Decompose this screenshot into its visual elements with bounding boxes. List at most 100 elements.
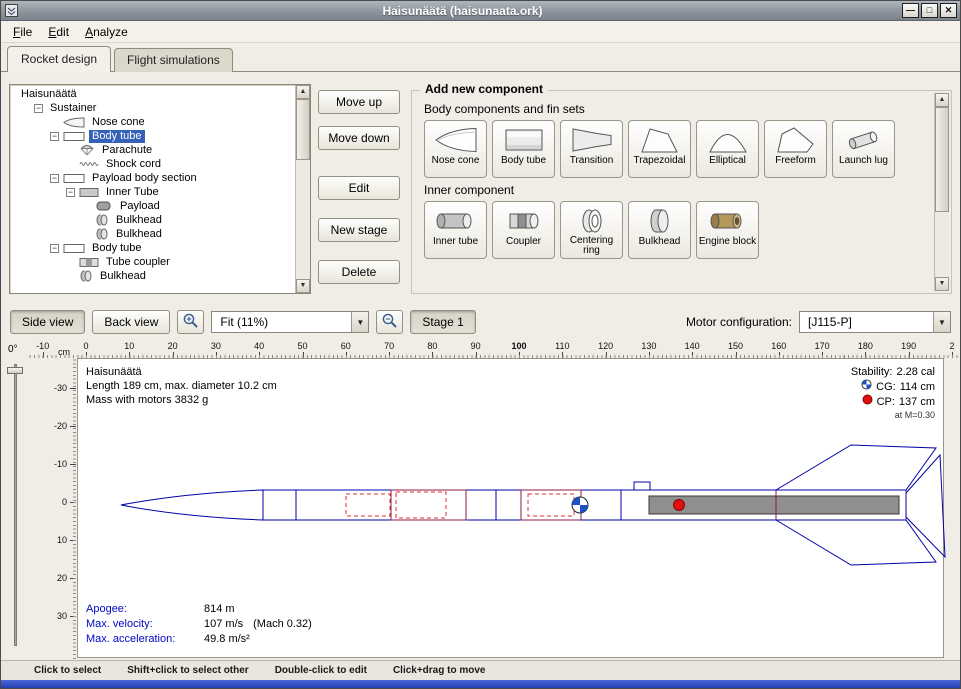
palette-inner-tube[interactable]: Inner tube (424, 201, 487, 259)
tabs-row: Rocket designFlight simulations (1, 43, 960, 72)
freeform-icon (773, 124, 819, 156)
close-button[interactable]: ✕ (940, 3, 957, 18)
result-max-velocity: Max. velocity:107 m/s(Mach 0.32) (86, 617, 312, 632)
scroll-down-icon[interactable]: ▼ (935, 277, 949, 291)
tree-item-nose-cone[interactable]: Nose cone (14, 115, 295, 129)
nose-cone-icon (63, 117, 85, 128)
palette-launch-lug[interactable]: Launch lug (832, 120, 895, 178)
rocket-mass: Mass with motors 3832 g (86, 393, 277, 407)
collapse-icon[interactable]: − (66, 188, 75, 197)
cg-value: 114 cm (900, 380, 935, 394)
menu-edit[interactable]: Edit (40, 22, 77, 42)
move-up-button[interactable]: Move up (318, 90, 400, 114)
zoom-out-button[interactable] (376, 310, 403, 334)
collapse-icon[interactable]: − (50, 132, 59, 141)
tree-item-shock-cord[interactable]: Shock cord (14, 157, 295, 171)
cp-value: 137 cm (899, 395, 935, 409)
payload-icon (95, 201, 113, 211)
collapse-icon[interactable]: − (50, 244, 59, 253)
bulkhead-icon (79, 270, 93, 282)
stability-label: Stability: (851, 365, 893, 379)
h-ruler: -100102030405060708090100110120130140150… (29, 340, 960, 358)
palette-trapezoidal[interactable]: Trapezoidal (628, 120, 691, 178)
scrollbar-thumb[interactable] (935, 107, 949, 212)
new-stage-button[interactable]: New stage (318, 218, 400, 242)
slider-handle[interactable] (7, 367, 23, 374)
tree-item-inner-tube[interactable]: − Inner Tube (14, 185, 295, 199)
collapse-icon[interactable]: − (50, 174, 59, 183)
maximize-button[interactable]: □ (921, 3, 938, 18)
stage-1-toggle[interactable]: Stage 1 (410, 310, 475, 334)
zoom-value: Fit (11%) (212, 315, 351, 329)
palette-freeform[interactable]: Freeform (764, 120, 827, 178)
side-view-button[interactable]: Side view (10, 310, 85, 334)
window-title: Haisunäätä (haisunaata.ork) (23, 4, 902, 18)
palette-transition[interactable]: Transition (560, 120, 623, 178)
tree-item-body-tube[interactable]: − Body tube (14, 241, 295, 255)
palette-elliptical[interactable]: Elliptical (696, 120, 759, 178)
scrollbar-thumb[interactable] (296, 99, 310, 160)
palette-coupler[interactable]: Coupler (492, 201, 555, 259)
rocket-name: Haisunäätä (86, 365, 277, 379)
tree-item-bulkhead[interactable]: Bulkhead (14, 213, 295, 227)
zoom-in-button[interactable] (177, 310, 204, 334)
tree-item-tube-coupler[interactable]: Tube coupler (14, 255, 295, 269)
result-apogee: Apogee:814 m (86, 602, 312, 617)
tree-item-bulkhead[interactable]: Bulkhead (14, 227, 295, 241)
body-tube-icon (501, 124, 547, 156)
tree-scrollbar[interactable]: ▲ ▼ (295, 85, 310, 293)
tree-item-haisun-t[interactable]: Haisunäätä (14, 87, 295, 101)
tree-item-body-tube[interactable]: −Body tube (14, 129, 295, 143)
app-window: Haisunäätä (haisunaata.ork) —□✕ FileEdit… (0, 0, 961, 689)
palette-scrollbar[interactable]: ▲ ▼ (934, 93, 949, 291)
palette-bulkhead[interactable]: Bulkhead (628, 201, 691, 259)
menu-analyze[interactable]: Analyze (77, 22, 136, 42)
rotation-control: 0° (1, 340, 29, 660)
hint-click-drag-to-move: Click+drag to move (393, 665, 486, 676)
cp-label: CP: (877, 395, 895, 409)
add-component-panel: Add new component Body components and fi… (411, 90, 952, 294)
tree-item-label: Body tube (89, 242, 145, 255)
minimize-button[interactable]: — (902, 3, 919, 18)
menu-file[interactable]: File (5, 22, 40, 42)
cp-marker (674, 500, 685, 511)
design-top-section: Haisunäätä−SustainerNose cone−Body tubeP… (1, 72, 960, 304)
scroll-up-icon[interactable]: ▲ (296, 85, 310, 99)
palette-engine-block[interactable]: Engine block (696, 201, 759, 259)
edit-button[interactable]: Edit (318, 176, 400, 200)
payload-body-section-icon (63, 173, 85, 184)
scroll-down-icon[interactable]: ▼ (296, 279, 310, 293)
tree-item-sustainer[interactable]: −Sustainer (14, 101, 295, 115)
tree-item-label: Payload body section (89, 172, 200, 185)
cg-marker (572, 497, 588, 513)
back-view-button[interactable]: Back view (92, 310, 170, 334)
inner-tube-icon (433, 205, 479, 237)
cp-icon (862, 394, 873, 409)
motor-config-select[interactable]: [J115-P] ▼ (799, 311, 951, 333)
tree-item-parachute[interactable]: Parachute (14, 143, 295, 157)
cg-label: CG: (876, 380, 896, 394)
palette-nose-cone[interactable]: Nose cone (424, 120, 487, 178)
collapse-icon[interactable]: − (34, 104, 43, 113)
tree-item-label: Bulkhead (97, 270, 149, 283)
tab-flight-simulations[interactable]: Flight simulations (114, 48, 233, 72)
ruler-unit: cm (58, 347, 70, 357)
delete-button[interactable]: Delete (318, 260, 400, 284)
rocket-diagram: 0° -100102030405060708090100110120130140… (1, 340, 960, 660)
launch-lug-icon (841, 124, 887, 156)
tree-item-label: Inner Tube (103, 186, 162, 199)
tree-item-label: Payload (117, 200, 163, 213)
result-max-acceleration: Max. acceleration:49.8 m/s² (86, 632, 312, 647)
zoom-select[interactable]: Fit (11%) ▼ (211, 311, 369, 333)
rotation-slider[interactable] (14, 364, 17, 646)
tab-rocket-design[interactable]: Rocket design (7, 46, 111, 72)
tree-item-payload-body-section[interactable]: − Payload body section (14, 171, 295, 185)
palette-body-tube[interactable]: Body tube (492, 120, 555, 178)
move-down-button[interactable]: Move down (318, 126, 400, 150)
bulkhead-icon (637, 205, 683, 237)
design-canvas[interactable]: Haisunäätä Length 189 cm, max. diameter … (77, 358, 944, 658)
tree-item-payload[interactable]: Payload (14, 199, 295, 213)
palette-centering-ring[interactable]: Centering ring (560, 201, 623, 259)
tree-item-bulkhead[interactable]: Bulkhead (14, 269, 295, 283)
scroll-up-icon[interactable]: ▲ (935, 93, 949, 107)
